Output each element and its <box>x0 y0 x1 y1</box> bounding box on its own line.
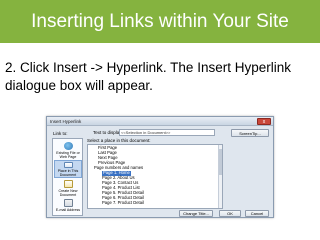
nav-place-in-document-label: Place in This Document <box>57 169 79 177</box>
nav-place-in-document[interactable]: Place in This Document <box>54 160 82 178</box>
new-document-icon <box>63 180 73 188</box>
tree-scrollbar[interactable] <box>218 145 222 208</box>
cancel-button[interactable]: Cancel <box>245 210 269 217</box>
slide-title: Inserting Links within Your Site <box>31 10 289 32</box>
nav-existing-file-label: Existing File or Web Page <box>56 151 80 159</box>
insert-hyperlink-dialog: Insert Hyperlink x Link to: Text to disp… <box>46 116 274 218</box>
slide-title-bar: Inserting Links within Your Site <box>0 0 320 43</box>
instruction-text: 2. Click Insert -> Hyperlink. The Insert… <box>5 60 291 93</box>
document-icon <box>63 162 73 168</box>
tree-label: Select a place in this document: <box>87 138 151 143</box>
change-title-button[interactable]: Change Title... <box>179 210 213 217</box>
nav-email-address-label: E-mail Address <box>55 208 81 212</box>
nav-create-new-document[interactable]: Create New Document <box>54 179 82 197</box>
nav-existing-file[interactable]: Existing File or Web Page <box>54 141 82 159</box>
link-to-label: Link to: <box>53 131 68 136</box>
dialog-title: Insert Hyperlink <box>50 119 82 124</box>
document-tree[interactable]: First Page Last Page Next Page Previous … <box>87 144 223 209</box>
tree-item[interactable]: Page 7. Product Detail <box>102 200 144 206</box>
nav-email-address[interactable]: E-mail Address <box>54 198 82 216</box>
text-to-display-input[interactable]: <<Selection in Document>> <box>119 129 215 136</box>
nav-create-new-document-label: Create New Document <box>58 189 78 197</box>
tree-scrollbar-thumb[interactable] <box>219 149 222 175</box>
screentip-button[interactable]: ScreenTip... <box>231 129 269 137</box>
globe-icon <box>63 142 73 150</box>
close-icon[interactable]: x <box>257 118 271 125</box>
link-to-nav: Existing File or Web Page Place in This … <box>52 138 83 216</box>
email-icon <box>63 199 73 207</box>
dialog-title-bar: Insert Hyperlink x <box>47 117 273 126</box>
ok-button[interactable]: OK <box>219 210 241 217</box>
